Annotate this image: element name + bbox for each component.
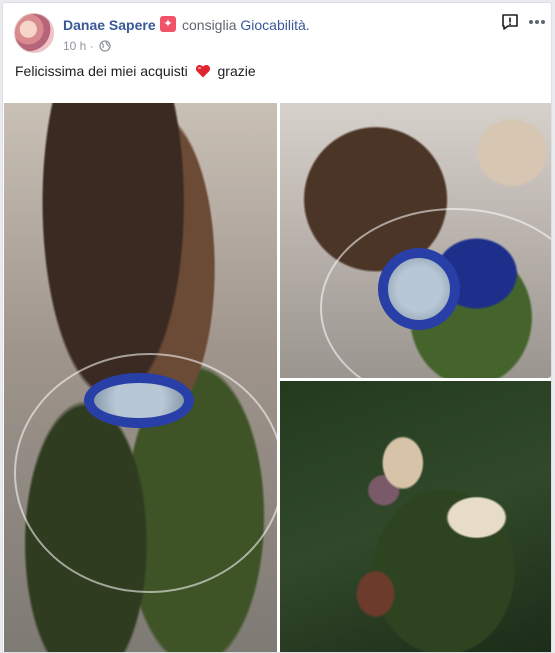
globe-icon[interactable] (99, 40, 111, 52)
photo-snails[interactable] (280, 381, 551, 652)
magnifier-shape (378, 248, 460, 330)
post-timestamp[interactable]: 10 h (63, 39, 86, 53)
post-text-after: grazie (217, 63, 256, 79)
recommend-line: consiglia Giocabilità. (182, 17, 310, 33)
post-card: Danae Sapere ✦ consiglia Giocabilità. 10… (2, 2, 552, 653)
recommendation-badge-icon: ✦ (160, 16, 176, 32)
recommend-action: consiglia (182, 17, 237, 33)
more-options-icon[interactable] (528, 15, 546, 29)
heart-emoji-icon (195, 64, 210, 78)
author-avatar[interactable] (14, 13, 54, 53)
photo-child-magnifier[interactable] (4, 103, 277, 652)
page-link[interactable]: Giocabilità. (240, 17, 309, 33)
meta-separator: · (89, 39, 94, 53)
magnifier-shape (84, 373, 194, 428)
post-text-before: Felicissima dei miei acquisti (15, 63, 188, 79)
report-icon[interactable] (501, 13, 519, 31)
photo-terrarium[interactable] (280, 103, 551, 378)
post-message: Felicissima dei miei acquisti grazie (15, 63, 256, 79)
post-header: Danae Sapere ✦ consiglia Giocabilità. 10… (3, 3, 551, 63)
author-name[interactable]: Danae Sapere (63, 17, 156, 33)
post-meta: 10 h · (63, 39, 111, 53)
